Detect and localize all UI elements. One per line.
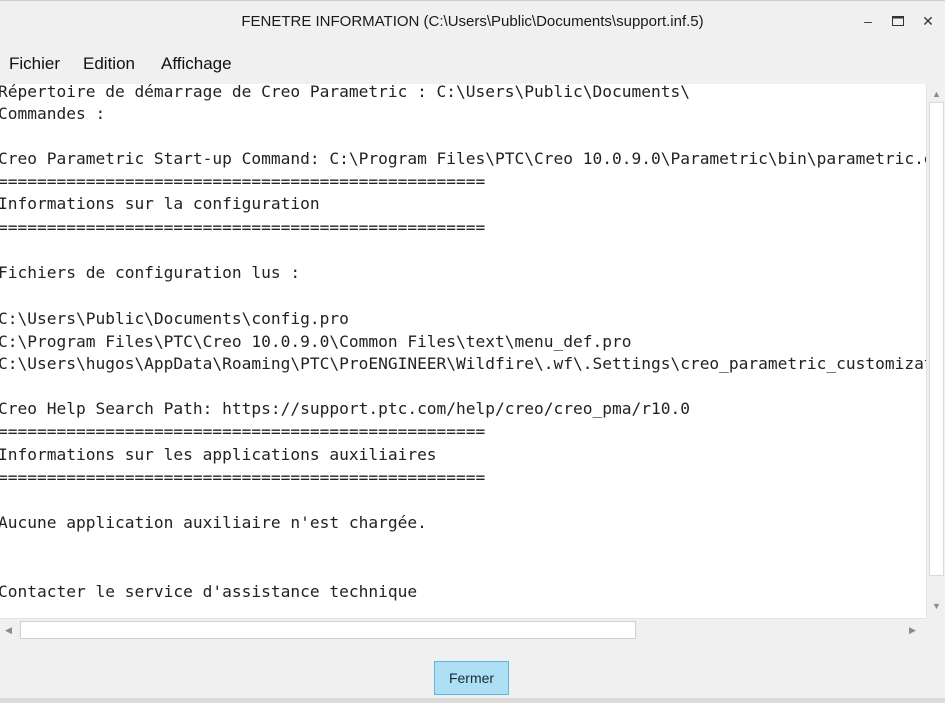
- text-line: Creo Help Search Path: https://support.p…: [0, 399, 690, 418]
- text-line: ========================================…: [0, 218, 486, 237]
- text-line: Fichiers de configuration lus :: [0, 263, 301, 282]
- scroll-left-icon[interactable]: ◀: [5, 625, 12, 635]
- scroll-corner: [926, 618, 945, 640]
- taskbar-edge: [0, 698, 945, 703]
- menu-edition[interactable]: Edition: [83, 54, 135, 74]
- text-line: Informations sur la configuration: [0, 194, 320, 213]
- text-line: Contacter le service d'assistance techni…: [0, 582, 418, 601]
- menu-affichage[interactable]: Affichage: [161, 54, 232, 74]
- info-text-area[interactable]: Répertoire de démarrage de Creo Parametr…: [0, 84, 926, 618]
- fermer-button[interactable]: Fermer: [434, 661, 509, 695]
- close-button[interactable]: ✕: [916, 9, 940, 33]
- scroll-up-icon[interactable]: ▲: [932, 89, 941, 99]
- scroll-right-icon[interactable]: ▶: [909, 625, 916, 635]
- menu-fichier[interactable]: Fichier: [9, 54, 60, 74]
- vertical-scroll-thumb[interactable]: [929, 102, 944, 576]
- minimize-button[interactable]: –: [856, 9, 880, 33]
- info-window: FENETRE INFORMATION (C:\Users\Public\Doc…: [0, 0, 945, 703]
- text-line: C:\Users\Public\Documents\config.pro: [0, 309, 349, 328]
- text-line: Aucune application auxiliaire n'est char…: [0, 513, 427, 532]
- title-bar[interactable]: FENETRE INFORMATION (C:\Users\Public\Doc…: [0, 0, 945, 43]
- window-title: FENETRE INFORMATION (C:\Users\Public\Doc…: [241, 13, 704, 30]
- text-line: C:\Users\hugos\AppData\Roaming\PTC\ProEN…: [0, 354, 926, 373]
- horizontal-scroll-thumb[interactable]: [20, 621, 636, 639]
- text-line: Commandes :: [0, 104, 106, 123]
- horizontal-scrollbar[interactable]: ◀ ▶: [0, 618, 926, 641]
- menu-bar: Fichier Edition Affichage: [0, 42, 945, 85]
- text-line: Répertoire de démarrage de Creo Parametr…: [0, 84, 690, 101]
- text-line: Creo Parametric Start-up Command: C:\Pro…: [0, 149, 926, 168]
- text-line: ========================================…: [0, 468, 486, 487]
- maximize-icon: [892, 16, 904, 26]
- scroll-down-icon[interactable]: ▼: [932, 601, 941, 611]
- text-line: ========================================…: [0, 422, 486, 441]
- maximize-button[interactable]: [886, 9, 910, 33]
- text-line: Informations sur les applications auxili…: [0, 445, 437, 464]
- text-line: C:\Program Files\PTC\Creo 10.0.9.0\Commo…: [0, 332, 632, 351]
- text-line: ========================================…: [0, 172, 486, 191]
- vertical-scrollbar[interactable]: ▲ ▼: [926, 84, 945, 618]
